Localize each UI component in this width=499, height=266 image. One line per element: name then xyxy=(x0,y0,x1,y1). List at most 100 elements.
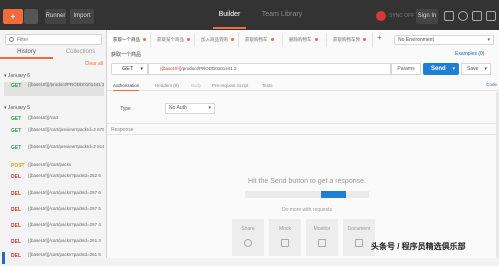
chevron-down-icon: ▾ xyxy=(452,66,455,72)
url-input[interactable]: {{baseUrl}}/product/PRODD0101441 2 xyxy=(148,63,391,75)
url-variable: {{baseUrl}} xyxy=(160,66,182,71)
history-item[interactable]: GET {{baseUrl}}/cart/preview?packId=2 67… xyxy=(4,127,104,141)
monitor-card[interactable]: Monitor xyxy=(306,219,338,256)
request-tab[interactable]: 获取购物车预 xyxy=(327,33,373,47)
filter-input[interactable] xyxy=(17,35,99,44)
tab-team-library[interactable]: Team Library xyxy=(252,9,312,29)
settings-icon[interactable] xyxy=(458,11,468,21)
method-select[interactable]: GET ▾ xyxy=(111,63,148,75)
environment-select[interactable]: No Environment ▾ xyxy=(394,35,494,45)
response-hint: Hit the Send button to get a response. xyxy=(248,178,366,185)
auth-type-select[interactable]: No Auth ▾ xyxy=(165,103,215,114)
method-badge: DEL xyxy=(11,207,21,213)
card-label: Mock xyxy=(279,226,291,232)
share-card[interactable]: Share xyxy=(232,219,264,256)
method-badge: DEL xyxy=(11,239,21,245)
history-url: {{baseUrl}}/cart/packs xyxy=(28,162,72,167)
interceptor-icon[interactable] xyxy=(444,11,454,21)
examples-link[interactable]: Examples (0) xyxy=(455,51,484,57)
tab-prerequest-script[interactable]: Pre-request Script xyxy=(212,82,248,91)
request-tab-label: 获取某个商品 xyxy=(157,37,184,42)
history-item[interactable]: DEL {{baseUrl}}/cart/packs?packId=257 6 xyxy=(4,190,104,204)
request-tab-label: 获取购物车 xyxy=(245,37,268,42)
code-link[interactable]: Code xyxy=(486,82,497,87)
tab-tests[interactable]: Tests xyxy=(262,82,273,91)
history-item[interactable]: GET {{baseUrl}}/cart/preview?packId=2 61… xyxy=(4,144,104,158)
request-tab[interactable]: 获取购物车 xyxy=(239,33,283,47)
history-url: {{baseUrl}}/cart/preview?packId=2 614 xyxy=(28,144,104,149)
request-tab-label: 获取购物车预 xyxy=(333,37,360,42)
environment-value: No Environment xyxy=(398,37,434,43)
day-label-text: January 6 xyxy=(7,73,30,79)
history-url: {{baseUrl}}/cart/packs?packId=261 5 xyxy=(28,252,101,257)
chevron-down-icon: ▾ xyxy=(208,105,211,111)
unsaved-dot-icon xyxy=(143,38,146,42)
tab-authorization[interactable]: Authorization xyxy=(113,82,140,91)
auth-type-label: Type xyxy=(120,106,131,112)
request-title: 获取一个商品 xyxy=(111,52,142,58)
history-item[interactable]: DEL {{baseUrl}}/cart/packs?packId=261 3 xyxy=(4,238,104,252)
history-item[interactable]: DEL {{baseUrl}}/cart/packs?packId=252 6 xyxy=(4,173,104,187)
method-value: GET xyxy=(122,66,134,72)
unsaved-dot-icon xyxy=(187,38,190,42)
history-item[interactable]: DEL {{baseUrl}}/cart/packs?packId=261 5 xyxy=(4,252,104,266)
top-toolbar: + Runner Import Builder Team Library SYN… xyxy=(0,0,499,30)
method-badge: POST xyxy=(11,163,25,169)
history-item[interactable]: GET {{baseUrl}}/product/PRODD0101441 2 xyxy=(4,82,104,96)
history-day-label: ▾ January 6 xyxy=(4,73,30,79)
clear-all-link[interactable]: Clear all xyxy=(85,61,103,67)
unsaved-dot-icon xyxy=(270,38,274,42)
tab-builder[interactable]: Builder xyxy=(213,9,246,29)
mock-server-icon xyxy=(281,239,289,247)
notifications-icon[interactable] xyxy=(472,11,482,21)
method-badge: DEL xyxy=(11,253,21,259)
params-button[interactable]: Params xyxy=(391,63,421,75)
filter-box[interactable] xyxy=(5,34,102,45)
new-button[interactable]: + xyxy=(3,9,23,24)
tab-collections[interactable]: Collections xyxy=(54,48,107,59)
sync-icon[interactable] xyxy=(376,11,386,21)
layout-toggle-icon[interactable] xyxy=(24,9,38,24)
auth-type-value: No Auth xyxy=(169,105,187,111)
sign-in-button[interactable]: Sign In xyxy=(416,9,438,24)
more-with-requests-label: Do more with requests xyxy=(281,207,333,213)
save-button[interactable]: Save ▾ xyxy=(461,63,491,75)
url-path: /product/PRODD0101441 2 xyxy=(181,66,237,71)
send-button[interactable]: Send ▾ xyxy=(423,63,459,75)
request-tab[interactable]: 获取某个商品 xyxy=(151,33,195,47)
history-url: {{baseUrl}}/cart/packs?packId=257 4 xyxy=(28,222,101,227)
history-item[interactable]: DEL {{baseUrl}}/cart/packs?packId=257 4 xyxy=(4,222,104,236)
add-tab-icon[interactable]: + xyxy=(377,33,382,42)
request-subtabs: Authorization Headers (0) Body Pre-reque… xyxy=(107,82,499,91)
heart-icon[interactable] xyxy=(486,11,496,21)
save-label: Save xyxy=(467,66,479,72)
history-item[interactable]: DEL {{baseUrl}}/cart/packs?packId=257 5 xyxy=(4,206,104,220)
unsaved-dot-icon xyxy=(314,38,318,42)
document-icon xyxy=(355,239,363,247)
card-label: Document xyxy=(347,226,371,232)
search-icon xyxy=(9,37,14,42)
request-tab[interactable]: 获取一个商品 xyxy=(107,33,151,47)
request-tab-label: 删除购物车 xyxy=(289,37,312,42)
tab-body[interactable]: Body xyxy=(191,82,201,91)
import-button[interactable]: Import xyxy=(70,9,94,24)
method-badge: GET xyxy=(11,83,22,89)
card-label: Share xyxy=(241,226,255,232)
chevron-down-icon: ▾ xyxy=(484,66,487,72)
history-url: {{baseUrl}}/product/PRODD0101441 2 xyxy=(28,82,104,87)
history-url: {{baseUrl}}/cart/packs?packId=261 3 xyxy=(28,238,101,243)
day-label-text: January 5 xyxy=(7,105,30,111)
request-builder: 获取一个商品 获取某个商品 加入商品到购 获取购物车 删除购物车 获取购物车预 … xyxy=(107,30,499,258)
request-tab[interactable]: 删除购物车 xyxy=(283,33,327,47)
send-label: Send xyxy=(431,66,446,72)
card-label: Monitor xyxy=(313,226,331,232)
tab-history[interactable]: History xyxy=(0,48,53,59)
method-badge: GET xyxy=(11,145,22,151)
runner-button[interactable]: Runner xyxy=(45,9,66,24)
request-tab[interactable]: 加入商品到购 xyxy=(195,33,239,47)
history-url: {{baseUrl}}/cart/preview?packId=2 675 xyxy=(28,127,104,132)
scroll-marker xyxy=(2,252,5,264)
tab-headers[interactable]: Headers (0) xyxy=(155,82,179,91)
mock-card[interactable]: Mock xyxy=(269,219,301,256)
history-url: {{baseUrl}}/cart/packs?packId=257 6 xyxy=(28,190,101,195)
